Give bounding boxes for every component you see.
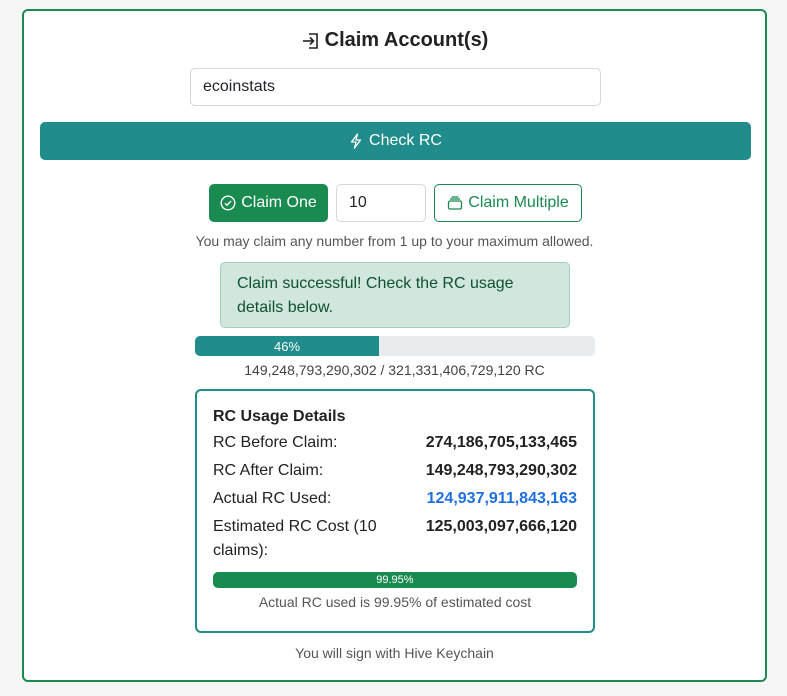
login-icon bbox=[302, 32, 318, 49]
rc-progress-fill: 46% bbox=[195, 336, 379, 356]
usage-progress-fill: 99.95% bbox=[213, 572, 577, 588]
usage-caption: Actual RC used is 99.95% of estimated co… bbox=[258, 594, 532, 610]
layers-icon bbox=[448, 196, 463, 210]
lightning-icon bbox=[350, 133, 362, 149]
usage-progress-bar: 99.95% bbox=[213, 572, 577, 588]
detail-label: RC After Claim: bbox=[213, 462, 324, 479]
check-circle-icon bbox=[220, 195, 236, 211]
detail-label: Actual RC Used: bbox=[213, 490, 332, 507]
claim-one-label: Claim One bbox=[241, 194, 317, 211]
check-rc-label: Check RC bbox=[369, 132, 442, 149]
detail-label: RC Before Claim: bbox=[213, 434, 338, 451]
page-title-text: Claim Account(s) bbox=[324, 29, 489, 51]
detail-value: 124,937,911,843,163 bbox=[426, 490, 577, 507]
claim-card: Claim Account(s) Check RC Claim One Clai… bbox=[22, 9, 767, 682]
username-input[interactable] bbox=[190, 68, 601, 106]
claim-multiple-button[interactable]: Claim Multiple bbox=[434, 184, 582, 222]
claim-multiple-label: Claim Multiple bbox=[468, 194, 569, 211]
detail-row-actual: Actual RC Used: 124,937,911,843,163 bbox=[213, 487, 577, 511]
claim-hint: You may claim any number from 1 up to yo… bbox=[195, 233, 594, 249]
rc-progress-text: 149,248,793,290,302 / 321,331,406,729,12… bbox=[244, 362, 545, 378]
keychain-note: You will sign with Hive Keychain bbox=[295, 645, 494, 661]
detail-value: 125,003,097,666,120 bbox=[425, 518, 577, 535]
rc-usage-details: RC Usage Details RC Before Claim: 274,18… bbox=[195, 389, 595, 633]
detail-row-before: RC Before Claim: 274,186,705,133,465 bbox=[213, 431, 577, 455]
detail-label: Estimated RC Cost (10 claims): bbox=[213, 518, 377, 559]
detail-row-estimated: Estimated RC Cost (10 claims): 125,003,0… bbox=[213, 515, 577, 563]
detail-row-after: RC After Claim: 149,248,793,290,302 bbox=[213, 459, 577, 483]
details-title: RC Usage Details bbox=[213, 408, 346, 425]
detail-value: 274,186,705,133,465 bbox=[425, 434, 577, 451]
check-rc-button[interactable]: Check RC bbox=[40, 122, 751, 160]
page-title: Claim Account(s) bbox=[24, 29, 765, 52]
quantity-input[interactable] bbox=[336, 184, 426, 222]
detail-value: 149,248,793,290,302 bbox=[425, 462, 577, 479]
rc-progress-bar: 46% bbox=[195, 336, 595, 356]
claim-one-button[interactable]: Claim One bbox=[209, 184, 328, 222]
success-alert: Claim successful! Check the RC usage det… bbox=[220, 262, 570, 328]
